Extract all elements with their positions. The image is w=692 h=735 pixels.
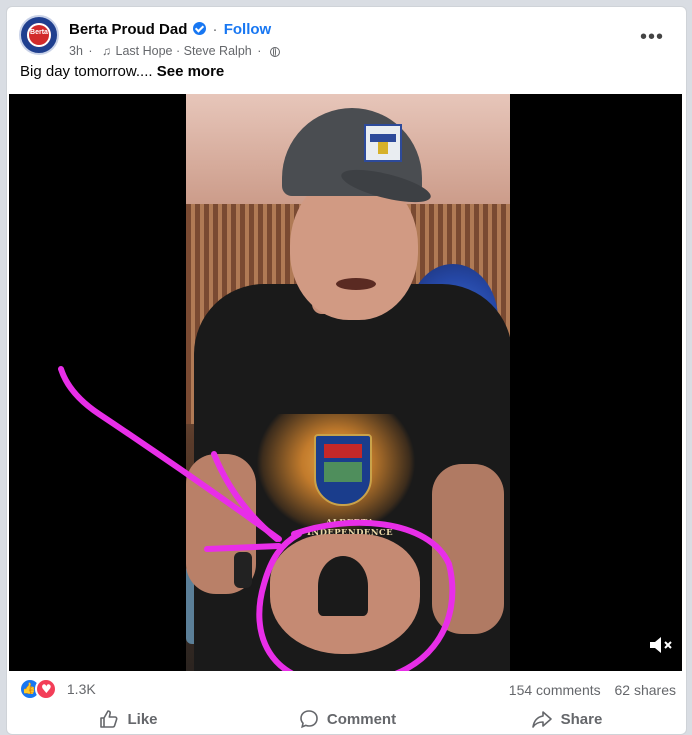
post-meta: 3h · ♫ Last Hope · Steve Ralph · xyxy=(69,44,280,58)
person-watch xyxy=(234,552,252,588)
post-time[interactable]: 3h xyxy=(69,44,83,58)
person-mouth xyxy=(336,278,376,290)
person-arm xyxy=(432,464,504,634)
mute-icon[interactable] xyxy=(648,634,674,656)
music-note-icon: ♫ xyxy=(102,44,112,58)
post-card: Berta Berta Proud Dad · Follow 3h · ♫ La… xyxy=(6,6,687,735)
separator-dot: · xyxy=(212,21,218,38)
post-caption: Big day tomorrow.... See more xyxy=(20,63,224,80)
like-icon xyxy=(100,710,118,728)
shirt-shield xyxy=(314,434,372,506)
comment-icon xyxy=(300,710,318,729)
shares-count[interactable]: 62 shares xyxy=(615,682,676,698)
post-header: Berta Berta Proud Dad · Follow 3h · ♫ La… xyxy=(19,15,674,63)
globe-icon xyxy=(269,46,280,57)
engagement-counts: 154 comments 62 shares xyxy=(499,682,676,698)
author-row: Berta Proud Dad · Follow xyxy=(69,21,271,38)
audio-track[interactable]: Last Hope · Steve Ralph xyxy=(116,44,252,58)
avatar-logo: Berta xyxy=(27,23,51,47)
follow-button[interactable]: Follow xyxy=(224,21,272,38)
love-reaction-icon xyxy=(35,678,57,700)
comment-button[interactable]: Comment xyxy=(238,704,457,734)
like-button[interactable]: Like xyxy=(19,704,238,734)
comment-label: Comment xyxy=(326,710,397,728)
comments-count[interactable]: 154 comments xyxy=(509,682,601,698)
share-icon xyxy=(531,711,552,728)
page-avatar[interactable]: Berta xyxy=(19,15,59,55)
caption-text: Big day tomorrow.... xyxy=(20,63,153,80)
avatar-logo-text: Berta xyxy=(30,29,48,36)
separator-dot: · xyxy=(88,44,93,58)
share-button[interactable]: Share xyxy=(457,704,676,734)
reactions-count: 1.3K xyxy=(66,681,96,697)
person-hands xyxy=(270,534,420,654)
see-more-link[interactable]: See more xyxy=(157,63,225,80)
author-name[interactable]: Berta Proud Dad xyxy=(69,21,187,38)
video-frame[interactable]: ALBERTA INDEPENDENCE xyxy=(186,94,510,671)
more-options-icon[interactable]: ••• xyxy=(640,27,664,47)
share-label: Share xyxy=(560,710,603,728)
post-actions: Like Comment Share xyxy=(19,704,676,734)
verified-badge-icon xyxy=(193,22,207,35)
like-label: Like xyxy=(127,710,158,728)
video-player[interactable]: ALBERTA INDEPENDENCE xyxy=(9,94,682,671)
reactions-summary[interactable]: 1.3K xyxy=(19,678,96,700)
separator-dot: · xyxy=(257,44,262,58)
post-stats: 1.3K 154 comments 62 shares xyxy=(19,674,676,700)
flag-patch xyxy=(364,124,402,162)
